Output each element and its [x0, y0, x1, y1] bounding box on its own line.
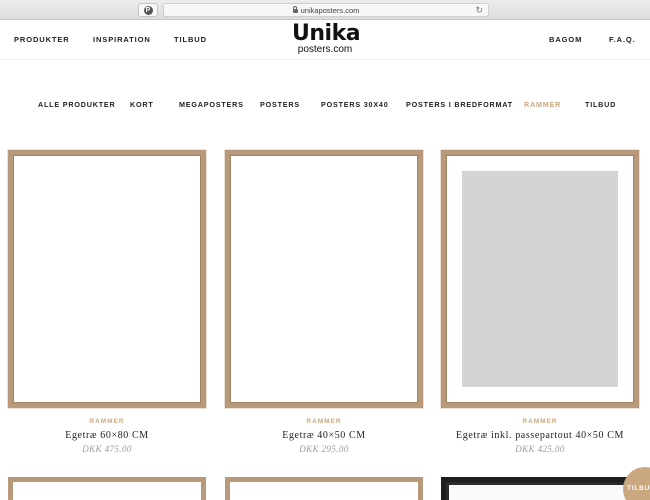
product-meta: RAMMER Egetræ 60×80 CM DKK 475.00: [8, 418, 206, 454]
product-category[interactable]: RAMMER: [8, 418, 206, 425]
product-name[interactable]: Egetræ inkl. passepartout 40×50 CM: [441, 430, 639, 441]
product-price: DKK 295.00: [299, 444, 349, 454]
site-header: PRODUKTER INSPIRATION TILBUD Unika poste…: [0, 20, 650, 60]
category-nav: ALLE PRODUKTER KORT MEGAPOSTERS POSTERS …: [0, 100, 650, 112]
nav-tilbud[interactable]: TILBUD: [174, 35, 207, 44]
product-image-frame-partial[interactable]: [225, 477, 423, 500]
site-logo[interactable]: Unika posters.com: [292, 21, 361, 55]
logo-wordmark: Unika: [292, 21, 361, 46]
product-image-frame[interactable]: [441, 150, 639, 408]
reload-icon[interactable]: ↻: [475, 5, 483, 16]
category-posters-i-bredformat[interactable]: POSTERS I BREDFORMAT: [406, 100, 513, 109]
category-posters[interactable]: POSTERS: [260, 100, 300, 109]
logo-domain: posters.com: [297, 44, 353, 55]
category-kort[interactable]: KORT: [130, 100, 154, 109]
product-meta: RAMMER Egetræ inkl. passepartout 40×50 C…: [441, 418, 639, 454]
nav-inspiration[interactable]: INSPIRATION: [93, 35, 151, 44]
product-image-frame-partial[interactable]: [8, 477, 206, 500]
lock-icon: [292, 6, 298, 13]
category-alle-produkter[interactable]: ALLE PRODUKTER: [38, 100, 115, 109]
category-posters-30x40[interactable]: POSTERS 30X40: [321, 100, 389, 109]
passepartout-placeholder: [462, 171, 618, 387]
nav-faq[interactable]: F.A.Q.: [609, 35, 636, 44]
product-name[interactable]: Egetræ 40×50 CM: [225, 430, 423, 441]
product-price: DKK 425.00: [515, 444, 565, 454]
product-image-frame-partial[interactable]: [441, 477, 639, 500]
category-tilbud[interactable]: TILBUD: [585, 100, 616, 109]
category-rammer[interactable]: RAMMER: [524, 100, 561, 109]
pinterest-button[interactable]: P: [138, 3, 158, 17]
product-price: DKK 475.00: [82, 444, 132, 454]
url-text: unikaposters.com: [300, 5, 360, 15]
product-category[interactable]: RAMMER: [225, 418, 423, 425]
address-bar[interactable]: unikaposters.com ↻: [163, 3, 489, 17]
category-megaposters[interactable]: MEGAPOSTERS: [179, 100, 244, 109]
tilbud-badge[interactable]: TILBUD: [623, 467, 650, 500]
product-category[interactable]: RAMMER: [441, 418, 639, 425]
nav-produkter[interactable]: PRODUKTER: [14, 35, 70, 44]
nav-bagom[interactable]: BAGOM: [549, 35, 582, 44]
product-image-frame[interactable]: [225, 150, 423, 408]
product-meta: RAMMER Egetræ 40×50 CM DKK 295.00: [225, 418, 423, 454]
product-image-frame[interactable]: [8, 150, 206, 408]
browser-toolbar: P unikaposters.com ↻: [0, 0, 650, 20]
product-name[interactable]: Egetræ 60×80 CM: [8, 430, 206, 441]
pinterest-icon: P: [143, 5, 153, 15]
